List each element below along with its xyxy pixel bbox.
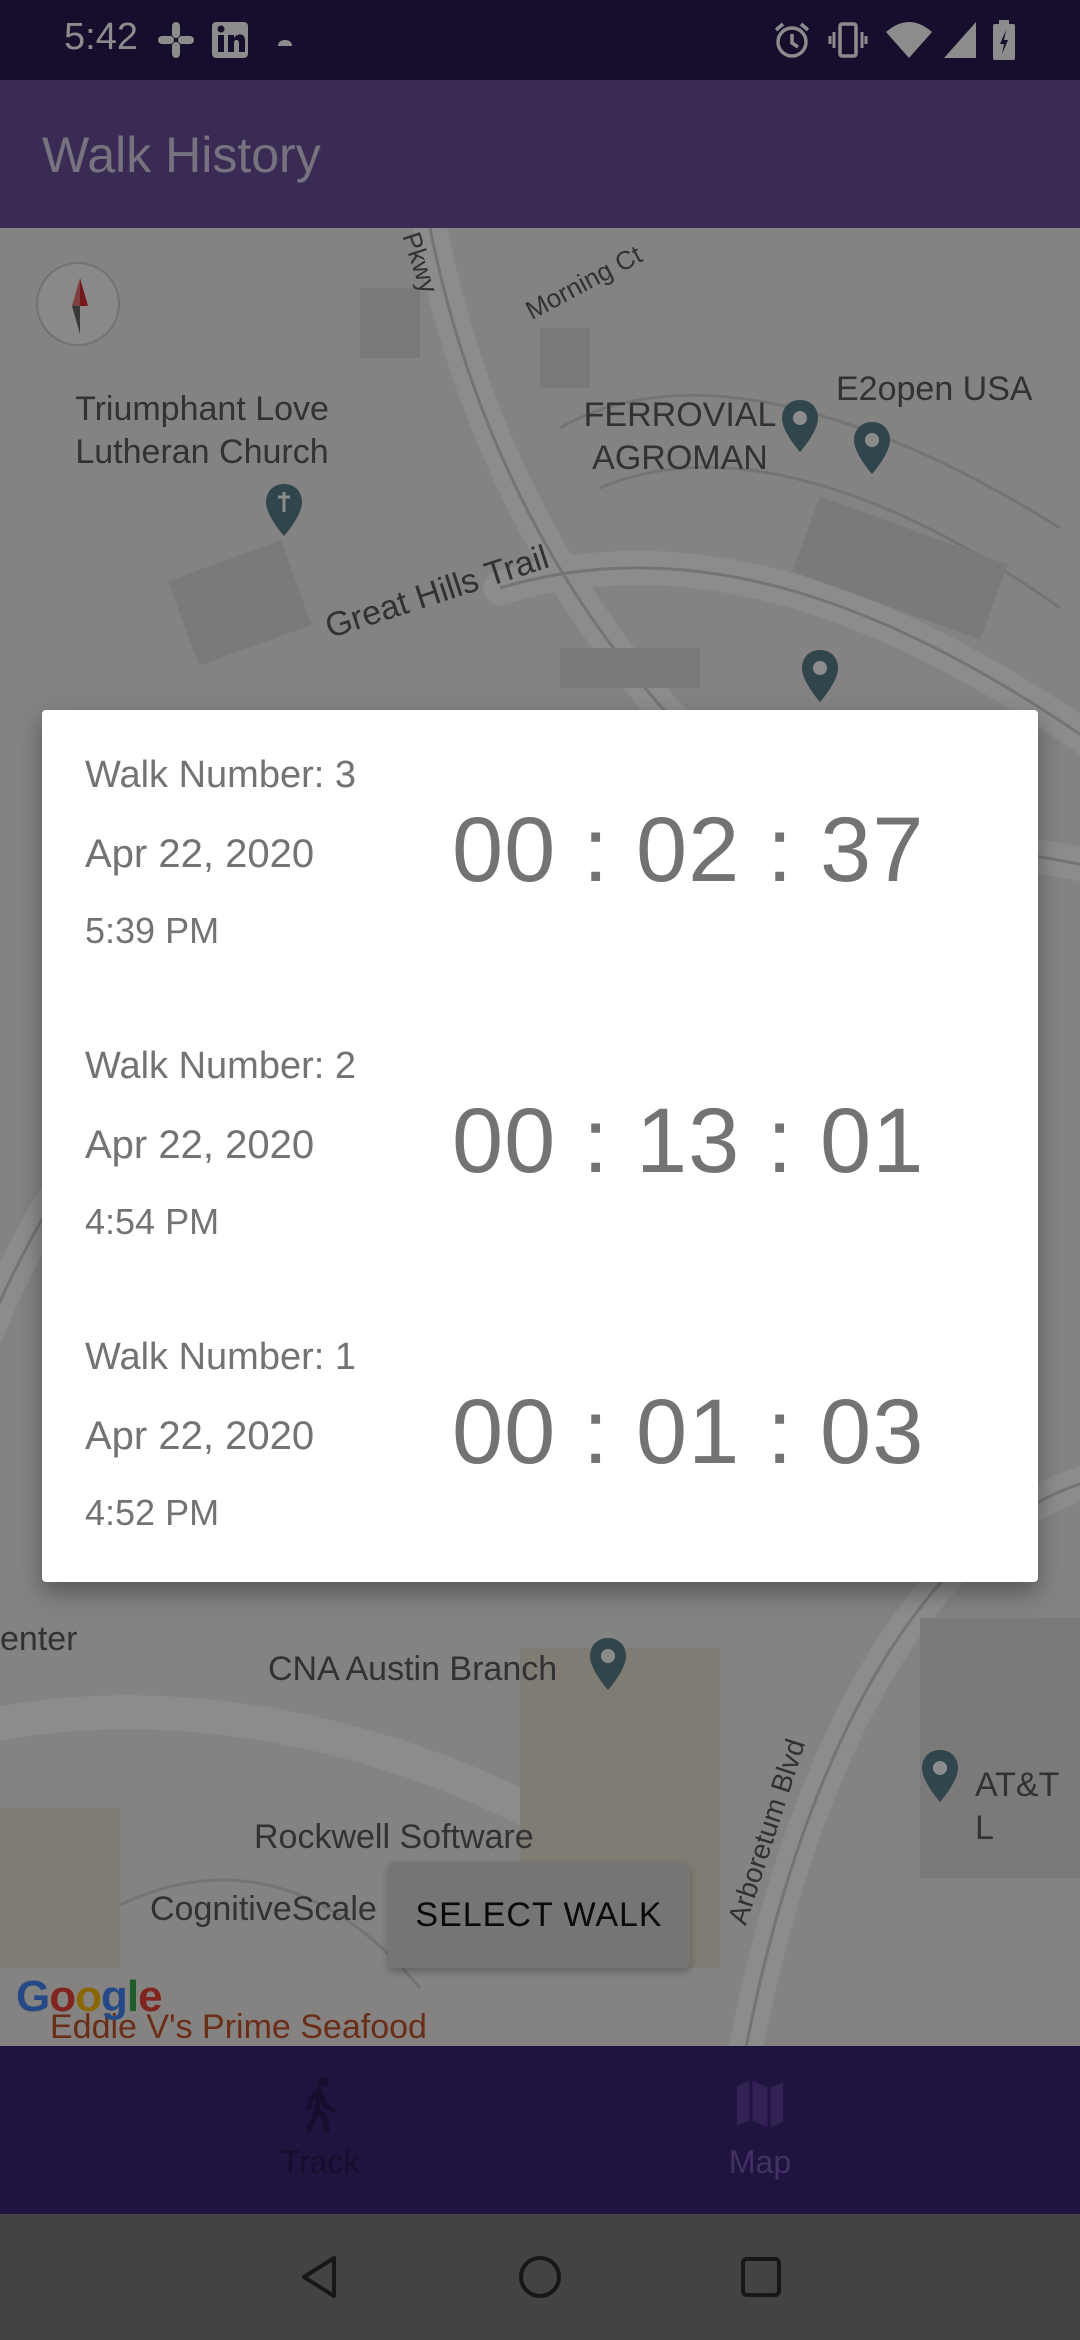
walk-date: Apr 22, 2020	[85, 1414, 315, 1458]
walk-date: Apr 22, 2020	[85, 832, 315, 876]
compass-icon	[72, 278, 88, 334]
church-pin-icon[interactable]	[264, 482, 304, 538]
walk-time: 4:52 PM	[85, 1492, 220, 1533]
linkedin-icon	[212, 22, 248, 58]
walk-duration: 00 : 01 : 03	[452, 1381, 925, 1483]
walk-date: Apr 22, 2020	[85, 1123, 315, 1167]
system-navigation-bar	[0, 2214, 1080, 2340]
status-bar: 5:42	[0, 0, 1080, 80]
walk-number: Walk Number: 3	[85, 754, 356, 796]
map-label-e2open: E2open USA	[836, 370, 1033, 408]
ferrovial-pin-icon[interactable]	[780, 398, 820, 454]
map-label-att: AT&T L	[975, 1766, 1059, 1847]
wifi-icon	[886, 22, 932, 58]
nav-label-map: Map	[728, 2144, 792, 2180]
walk-icon	[306, 2077, 336, 2132]
att-pin-icon[interactable]	[920, 1748, 960, 1804]
map-icon	[737, 2080, 783, 2128]
page-title: Walk History	[42, 127, 321, 183]
cna-pin-icon[interactable]	[588, 1636, 628, 1692]
compass-button[interactable]	[36, 262, 120, 346]
place-pin-icon[interactable]	[800, 648, 840, 704]
e2open-pin-icon[interactable]	[852, 420, 892, 476]
map-label-church: Triumphant Love Lutheran Church	[75, 390, 329, 471]
slack-icon	[158, 22, 194, 58]
map-label-rockwell: Rockwell Software	[254, 1818, 534, 1856]
walk-list-item[interactable]: Walk Number: 3 Apr 22, 2020 5:39 PM 00 :…	[42, 710, 1038, 1000]
walk-duration: 00 : 13 : 01	[452, 1090, 925, 1192]
google-logo: Google	[16, 1972, 163, 2021]
map-label-ferrovial: FERROVIAL AGROMAN	[583, 396, 777, 477]
cloud-icon	[278, 40, 292, 46]
app-bar: Walk History	[0, 80, 1080, 228]
walk-number: Walk Number: 2	[85, 1045, 356, 1087]
battery-icon	[993, 20, 1015, 60]
walk-list-item[interactable]: Walk Number: 2 Apr 22, 2020 4:54 PM 00 :…	[42, 1001, 1038, 1291]
status-time: 5:42	[64, 16, 138, 58]
map-label-center: enter	[0, 1620, 78, 1658]
walk-time: 4:54 PM	[85, 1201, 220, 1242]
home-icon[interactable]	[515, 2252, 565, 2302]
bottom-navigation: Track Map	[0, 2046, 1080, 2214]
signal-icon	[944, 22, 976, 58]
select-walk-button[interactable]: SELECT WALK	[388, 1862, 690, 1968]
walk-time: 5:39 PM	[85, 910, 220, 951]
back-icon[interactable]	[294, 2252, 344, 2302]
map-label-cna: CNA Austin Branch	[268, 1650, 558, 1688]
walk-history-dialog: Walk Number: 3 Apr 22, 2020 5:39 PM 00 :…	[42, 710, 1038, 1582]
alarm-icon	[774, 22, 810, 58]
walk-number: Walk Number: 1	[85, 1336, 356, 1378]
map-label-cognitive: CognitiveScale	[150, 1890, 377, 1928]
nav-item-map[interactable]: Map	[490, 2046, 1030, 2214]
walk-duration: 00 : 02 : 37	[452, 799, 925, 901]
recents-icon[interactable]	[736, 2252, 786, 2302]
vibrate-icon	[828, 22, 868, 58]
walk-list-item[interactable]: Walk Number: 1 Apr 22, 2020 4:52 PM 00 :…	[42, 1292, 1038, 1582]
